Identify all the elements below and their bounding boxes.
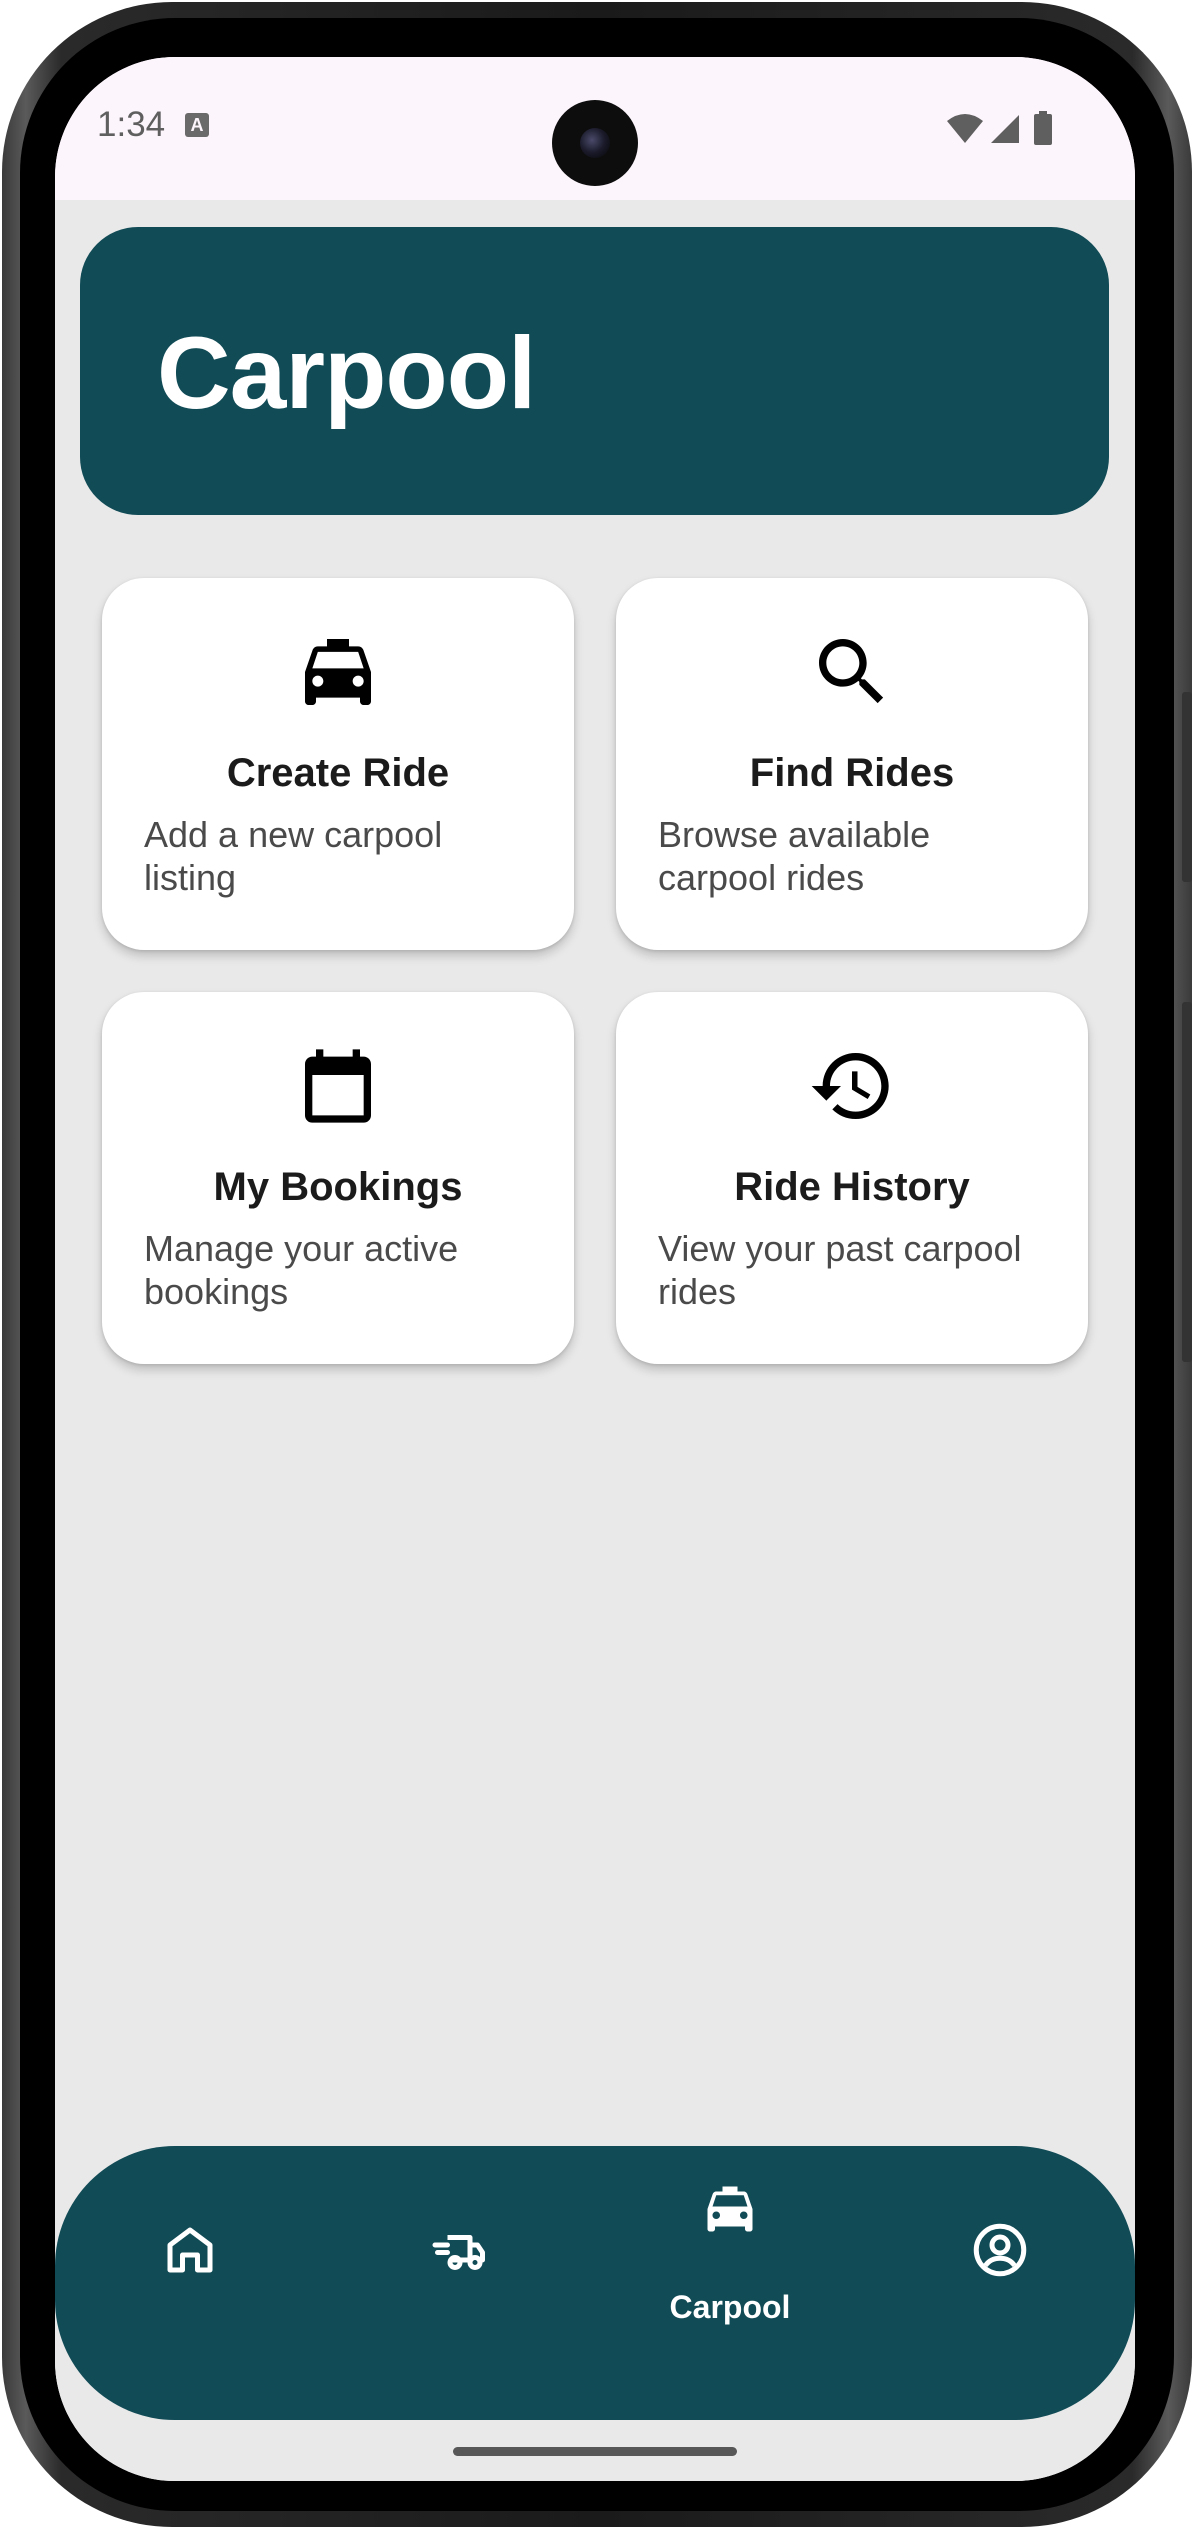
tile-title: Find Rides (749, 751, 955, 795)
status-time: 1:34 (97, 105, 166, 144)
tile-title: Create Ride (226, 751, 450, 795)
a-icon: A (185, 113, 209, 137)
page-title: Carpool (157, 316, 536, 430)
taxi-icon (595, 2179, 865, 2244)
status-bar: 1:34 A (55, 57, 1135, 200)
volume-button (1182, 692, 1192, 882)
tile-description: Browse available carpool rides (658, 814, 931, 898)
home-indicator[interactable] (453, 2447, 737, 2456)
my-bookings-card[interactable]: My Bookings Manage your active bookings (102, 992, 574, 1364)
nav-carpool[interactable]: Carpool (595, 2146, 865, 2420)
create-ride-card[interactable]: Create Ride Add a new carpool listing (102, 578, 574, 950)
tile-description: View your past carpool rides (658, 1228, 1022, 1312)
tile-description: Manage your active bookings (144, 1228, 459, 1312)
power-button (1182, 1002, 1192, 1362)
find-rides-card[interactable]: Find Rides Browse available carpool ride… (616, 578, 1088, 950)
nav-label-carpool: Carpool (669, 2289, 791, 2325)
front-camera (552, 100, 638, 186)
delivery-truck-icon (325, 2220, 595, 2285)
bottom-navigation: Carpool (55, 2146, 1135, 2420)
home-icon (55, 2220, 325, 2285)
nav-profile[interactable] (865, 2146, 1135, 2420)
calendar-icon (102, 1042, 574, 1132)
tile-title: Ride History (734, 1165, 970, 1209)
signal-icon (991, 115, 1019, 143)
tile-title: My Bookings (213, 1165, 463, 1209)
status-icons (945, 111, 1065, 147)
battery-icon (1034, 111, 1052, 145)
wifi-icon (947, 114, 983, 143)
screen: 1:34 A Carpool Create Ride Add a new car… (55, 57, 1135, 2481)
account-circle-icon (865, 2220, 1135, 2285)
tile-description: Add a new carpool listing (144, 814, 443, 898)
header-card: Carpool (80, 227, 1109, 515)
ride-history-card[interactable]: Ride History View your past carpool ride… (616, 992, 1088, 1364)
history-icon (616, 1042, 1088, 1132)
nav-delivery[interactable] (325, 2146, 595, 2420)
search-icon (616, 628, 1088, 718)
taxi-icon (102, 628, 574, 718)
nav-home[interactable] (55, 2146, 325, 2420)
